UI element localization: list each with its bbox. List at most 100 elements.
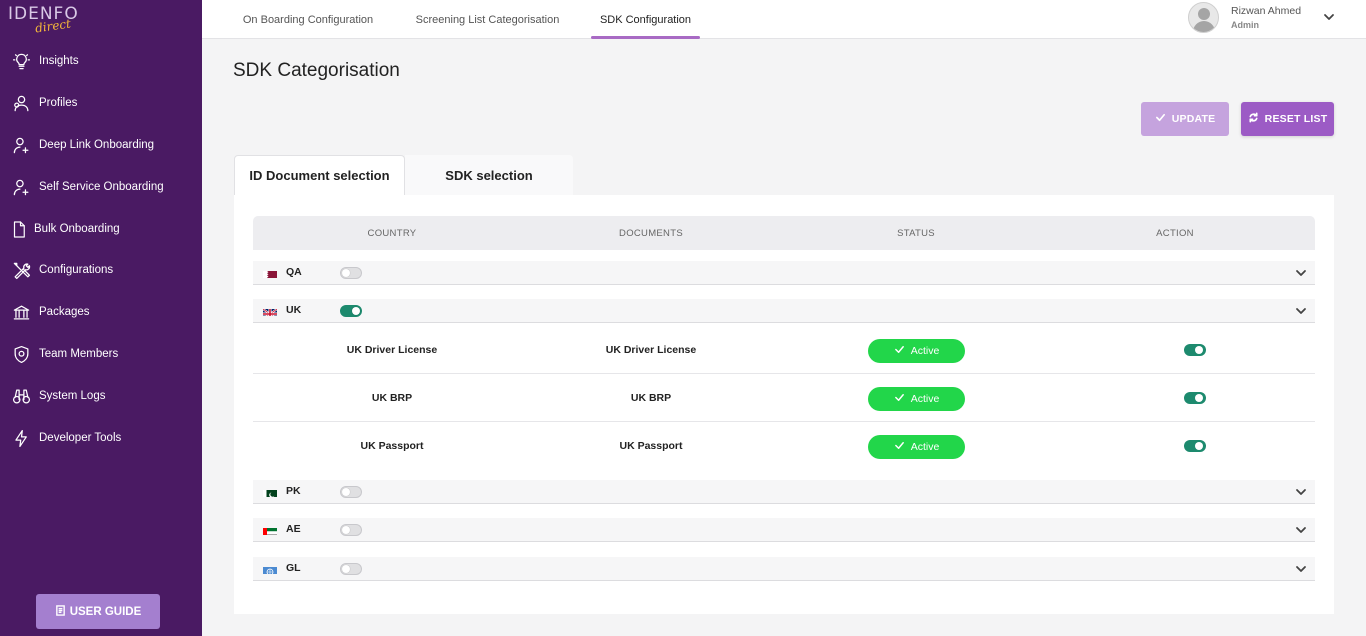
document-cell: UK BRP xyxy=(630,392,672,404)
tab-label: Screening List Categorisation xyxy=(415,13,560,26)
sidebar-item-label: Configurations xyxy=(39,264,114,276)
country-code: PK xyxy=(286,485,301,497)
status-badge: Active xyxy=(868,387,965,411)
tab-screening-list-categorisation[interactable]: Screening List Categorisation xyxy=(406,0,569,39)
table-header: COUNTRY DOCUMENTS STATUS ACTION xyxy=(253,216,1315,250)
user-plus-icon xyxy=(10,176,32,198)
country-toggle[interactable] xyxy=(340,267,362,279)
tab-onboarding-configuration[interactable]: On Boarding Configuration xyxy=(232,0,384,39)
document-cell: UK Passport xyxy=(619,440,683,452)
country-toggle[interactable] xyxy=(340,524,362,536)
user-name: Rizwan Ahmed xyxy=(1231,5,1302,17)
sidebar-item-label: Bulk Onboarding xyxy=(34,223,120,235)
user-role: Admin xyxy=(1231,20,1259,30)
chevron-down-icon[interactable] xyxy=(1294,562,1308,576)
qatar-flag-icon xyxy=(263,268,277,278)
check-icon xyxy=(1155,112,1166,126)
page-title: SDK Categorisation xyxy=(233,60,400,81)
sidebar-item-system-logs[interactable]: System Logs xyxy=(10,384,105,408)
sidebar-item-deep-link-onboarding[interactable]: Deep Link Onboarding xyxy=(10,133,154,157)
check-icon xyxy=(894,440,905,454)
check-icon xyxy=(894,392,905,406)
lightning-icon xyxy=(10,427,32,449)
country-code: AE xyxy=(286,523,301,535)
users-icon xyxy=(10,92,32,114)
chevron-down-icon[interactable] xyxy=(1322,10,1336,24)
chevron-down-icon[interactable] xyxy=(1294,304,1308,318)
status-badge: Active xyxy=(868,339,965,363)
reset-list-button[interactable]: RESET LIST xyxy=(1241,102,1334,136)
uk-flag-icon xyxy=(263,306,277,316)
tab-id-document-selection[interactable]: ID Document selection xyxy=(234,155,405,195)
sidebar-item-self-service-onboarding[interactable]: Self Service Onboarding xyxy=(10,175,164,199)
tab-sdk-selection[interactable]: SDK selection xyxy=(405,155,573,195)
status-label: Active xyxy=(910,441,940,453)
chevron-down-icon[interactable] xyxy=(1294,523,1308,537)
user-guide-button[interactable]: USER GUIDE xyxy=(36,594,160,629)
status-label: Active xyxy=(910,393,940,405)
country-code: GL xyxy=(286,562,301,574)
sidebar-item-label: Deep Link Onboarding xyxy=(39,139,155,151)
sidebar-item-label: System Logs xyxy=(39,390,106,402)
binoculars-icon xyxy=(10,385,32,407)
country-row-uk[interactable]: UK xyxy=(253,299,1315,323)
tab-sdk-configuration[interactable]: SDK Configuration xyxy=(591,0,700,39)
check-icon xyxy=(894,344,905,358)
table-row: UK Driver License UK Driver License Acti… xyxy=(253,326,1315,374)
country-row-gl[interactable]: GL xyxy=(253,557,1315,581)
sidebar-item-insights[interactable]: Insights xyxy=(10,49,79,73)
column-header-action: ACTION xyxy=(1156,227,1194,239)
column-header-documents: DOCUMENTS xyxy=(619,227,683,239)
table-row: UK Passport UK Passport Active xyxy=(253,422,1315,470)
country-document-cell: UK Passport xyxy=(360,440,424,452)
sidebar-item-label: Developer Tools xyxy=(39,432,122,444)
reset-list-label: RESET LIST xyxy=(1264,113,1328,125)
bank-icon xyxy=(10,301,32,323)
uae-flag-icon xyxy=(263,525,277,535)
sidebar-item-profiles[interactable]: Profiles xyxy=(10,91,77,115)
avatar[interactable] xyxy=(1188,2,1219,33)
status-badge: Active xyxy=(868,435,965,459)
country-toggle[interactable] xyxy=(340,486,362,498)
update-button[interactable]: UPDATE xyxy=(1141,102,1229,136)
sidebar-item-developer-tools[interactable]: Developer Tools xyxy=(10,426,121,450)
update-label: UPDATE xyxy=(1171,113,1216,125)
sidebar-item-packages[interactable]: Packages xyxy=(10,300,90,324)
country-code: UK xyxy=(286,304,302,316)
document-toggle[interactable] xyxy=(1184,392,1206,404)
column-header-status: STATUS xyxy=(897,227,935,239)
top-bar: On Boarding Configuration Screening List… xyxy=(202,0,1366,39)
chevron-down-icon[interactable] xyxy=(1294,485,1308,499)
pakistan-flag-icon xyxy=(263,487,277,497)
status-label: Active xyxy=(910,345,940,357)
book-icon xyxy=(55,604,66,619)
tab-label: ID Document selection xyxy=(249,168,390,183)
refresh-icon xyxy=(1248,112,1259,126)
country-row-pk[interactable]: PK xyxy=(253,480,1315,504)
document-toggle[interactable] xyxy=(1184,440,1206,452)
shield-icon xyxy=(10,343,32,365)
user-plus-icon xyxy=(10,134,32,156)
sidebar-item-configurations[interactable]: Configurations xyxy=(10,258,113,282)
tab-label: On Boarding Configuration xyxy=(242,13,374,26)
country-code: QA xyxy=(286,266,302,278)
sidebar-item-label: Insights xyxy=(39,55,79,67)
lightbulb-icon xyxy=(10,50,32,72)
tab-label: SDK selection xyxy=(445,167,533,183)
sidebar-item-team-members[interactable]: Team Members xyxy=(10,342,118,366)
country-toggle[interactable] xyxy=(340,563,362,575)
country-document-cell: UK BRP xyxy=(371,392,413,404)
sidebar-item-bulk-onboarding[interactable]: Bulk Onboarding xyxy=(10,217,120,241)
chevron-down-icon[interactable] xyxy=(1294,266,1308,280)
country-row-ae[interactable]: AE xyxy=(253,518,1315,542)
tools-icon xyxy=(10,259,32,281)
country-toggle[interactable] xyxy=(340,305,362,317)
document-toggle[interactable] xyxy=(1184,344,1206,356)
country-row-qa[interactable]: QA xyxy=(253,261,1315,285)
sidebar-item-label: Self Service Onboarding xyxy=(39,181,164,193)
logo[interactable]: IDENFO direct xyxy=(8,4,78,35)
user-guide-label: USER GUIDE xyxy=(69,605,142,618)
sidebar-item-label: Profiles xyxy=(39,97,78,109)
country-document-cell: UK Driver License xyxy=(346,344,438,356)
document-cell: UK Driver License xyxy=(605,344,697,356)
